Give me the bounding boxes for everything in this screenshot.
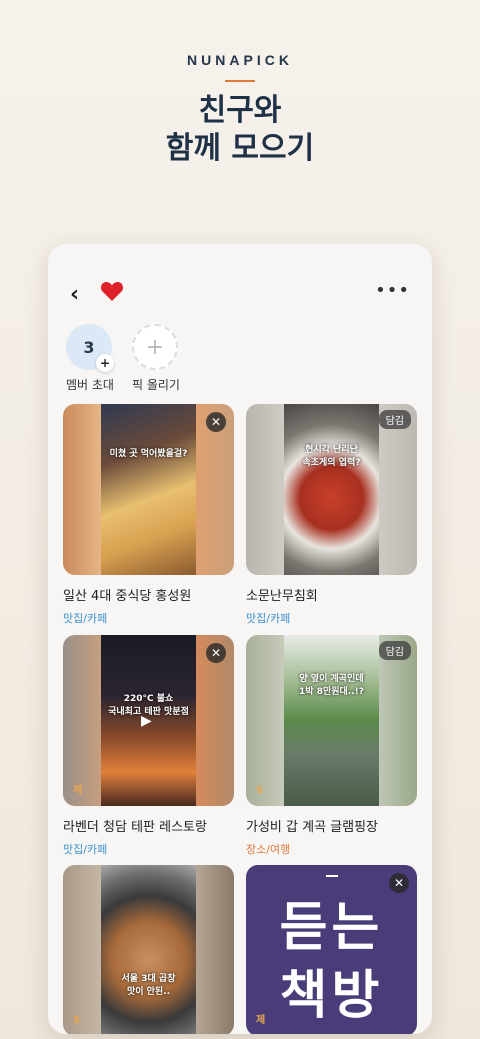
pick-thumbnail[interactable]: 미쳤 곳 먹어봤을걸? ✕ bbox=[63, 404, 234, 575]
close-icon[interactable]: ✕ bbox=[206, 643, 226, 663]
thumbnail-caption: 미쳤 곳 먹어봤을걸? bbox=[109, 449, 188, 459]
thumbnail-caption-2: 속초게의 엽력? bbox=[302, 458, 361, 468]
pick-category: 맛집/카페 bbox=[246, 612, 291, 625]
pick-card[interactable]: 현시각 난리난 속초게의 엽력? 담김 소문난무침회 맛집/카페 bbox=[246, 404, 417, 626]
add-pick-button[interactable]: + bbox=[132, 324, 182, 374]
pick-card[interactable]: 서울 3대 곱창 맛이 안된.. S bbox=[63, 865, 234, 1034]
thumbnail-caption-1: 양 옆이 계곡인데 bbox=[299, 674, 364, 684]
thumbnail-caption-1: 220°C 불쇼 bbox=[123, 694, 174, 704]
pick-category: 맛집/카페 bbox=[63, 612, 108, 625]
thumbnail-caption-1: 현시각 난리난 bbox=[305, 445, 358, 455]
plus-icon: + bbox=[132, 324, 178, 370]
pick-thumbnail[interactable]: 서울 3대 곱창 맛이 안된.. S bbox=[63, 865, 234, 1034]
pick-thumbnail[interactable]: 듣는 책방 ✕ 제 bbox=[246, 865, 417, 1034]
close-icon[interactable]: ✕ bbox=[206, 412, 226, 432]
pick-title: 소문난무침회 bbox=[246, 589, 318, 604]
invite-member-button[interactable]: 3 + bbox=[66, 324, 116, 374]
source-badge: S bbox=[73, 1015, 81, 1026]
thumbnail-caption-1: 서울 3대 곱창 bbox=[121, 974, 176, 984]
pick-card[interactable]: 양 옆이 계곡인데 1박 8만원대..!? 담김 S 가성비 갑 계곡 글램핑장… bbox=[246, 635, 417, 857]
brand-name: NUNAPICK bbox=[187, 52, 293, 68]
pick-card[interactable]: 220°C 불쇼 국내최고 테판 맛분점 ▶ ✕ 제 라벤더 청담 테판 레스토… bbox=[63, 635, 234, 857]
accent-rule bbox=[225, 80, 255, 82]
chevron-left-icon[interactable]: ‹ bbox=[70, 282, 79, 307]
thumbnail-caption-2: 맛이 안된.. bbox=[126, 987, 171, 997]
pick-thumbnail[interactable]: 220°C 불쇼 국내최고 테판 맛분점 ▶ ✕ 제 bbox=[63, 635, 234, 806]
pick-category: 맛집/카페 bbox=[63, 843, 108, 856]
pick-thumbnail[interactable]: 양 옆이 계곡인데 1박 8만원대..!? 담김 S bbox=[246, 635, 417, 806]
thumbnail-caption-2: 1박 8만원대..!? bbox=[299, 687, 364, 697]
phone-frame: ‹ ••• 3 + 멤버 초대 + 픽 올리기 미쳤 곳 먹어봤을걸? ✕ 일산… bbox=[48, 244, 432, 1034]
pick-category: 장소/여행 bbox=[246, 843, 291, 856]
book-title-line-2: 책방 bbox=[279, 966, 384, 1026]
add-pick-label: 픽 올리기 bbox=[132, 378, 180, 392]
pick-title: 라벤더 청담 테판 레스토랑 bbox=[63, 820, 207, 835]
saved-badge[interactable]: 담김 bbox=[378, 641, 411, 660]
play-icon[interactable]: ▶ bbox=[141, 713, 152, 729]
pick-title: 가성비 갑 계곡 글램핑장 bbox=[246, 820, 378, 835]
source-badge: S bbox=[256, 785, 264, 796]
book-title-line-1: 듣는 bbox=[279, 898, 384, 958]
pick-card[interactable]: 미쳤 곳 먹어봤을걸? ✕ 일산 4대 중식당 홍성원 맛집/카페 bbox=[63, 404, 234, 626]
more-horizontal-icon[interactable]: ••• bbox=[375, 280, 410, 301]
pick-title: 일산 4대 중식당 홍성원 bbox=[63, 589, 192, 604]
headline-line-2: 함께 모으기 bbox=[165, 131, 315, 166]
headline: 친구와 함께 모으기 bbox=[0, 92, 480, 168]
headline-line-1: 친구와 bbox=[198, 93, 282, 128]
pick-card[interactable]: 듣는 책방 ✕ 제 bbox=[246, 865, 417, 1034]
close-icon[interactable]: ✕ bbox=[389, 873, 409, 893]
saved-badge[interactable]: 담김 bbox=[378, 410, 411, 429]
top-bar: ‹ ••• bbox=[48, 280, 432, 308]
source-badge: 제 bbox=[256, 1015, 266, 1026]
invite-member-label: 멤버 초대 bbox=[66, 378, 114, 392]
plus-icon: + bbox=[96, 354, 114, 372]
source-badge: 제 bbox=[73, 785, 83, 796]
heart-icon[interactable] bbox=[100, 280, 124, 306]
pick-thumbnail[interactable]: 현시각 난리난 속초게의 엽력? 담김 bbox=[246, 404, 417, 575]
